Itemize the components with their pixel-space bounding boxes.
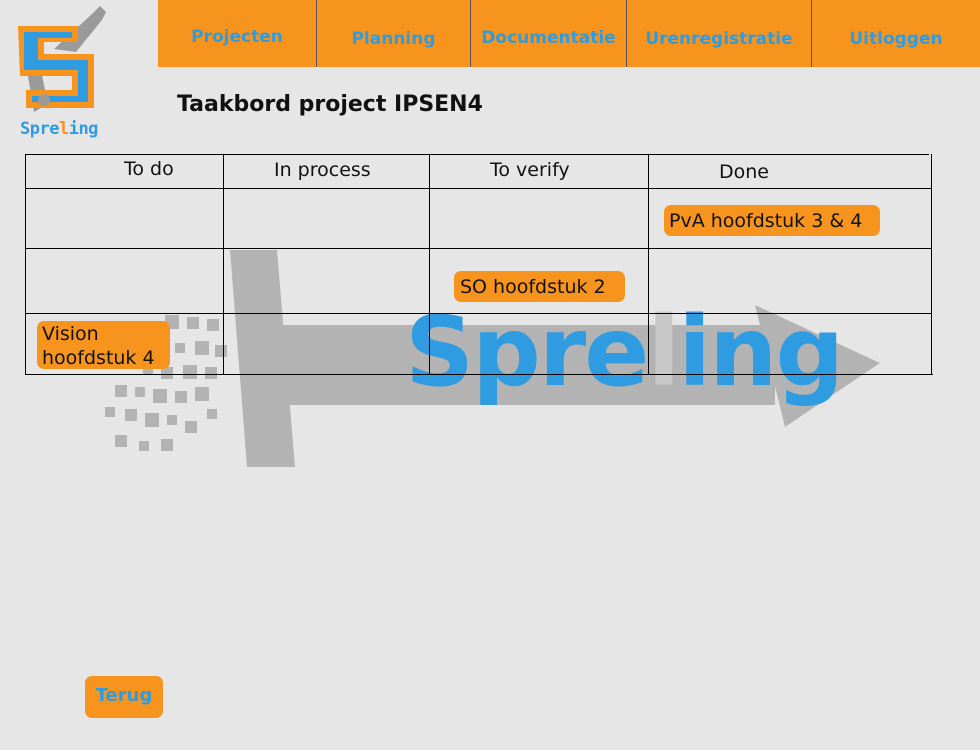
board-col-divider-3 xyxy=(648,154,649,375)
logo-wordmark-post: ing xyxy=(68,119,99,139)
board-row-divider-1 xyxy=(25,248,932,249)
nav-uitloggen[interactable]: Uitloggen xyxy=(812,0,980,67)
board-header-divider xyxy=(25,188,932,189)
nav-projecten-label: Projecten xyxy=(191,27,283,47)
nav-documentatie[interactable]: Documentatie xyxy=(471,0,627,67)
task-board: To do In process To verify Done PvA hoof… xyxy=(25,154,933,375)
column-header-to-verify: To verify xyxy=(490,159,570,181)
board-col-divider-2 xyxy=(429,154,430,375)
nav-urenregistratie-label: Urenregistratie xyxy=(645,29,793,49)
page-title: Taakbord project IPSEN4 xyxy=(177,92,483,117)
back-button-label: Terug xyxy=(95,685,153,706)
board-row-divider-2 xyxy=(25,313,932,314)
board-top-border xyxy=(25,154,929,155)
logo-wordmark-accent: l xyxy=(58,119,69,139)
task-card[interactable]: PvA hoofdstuk 3 & 4 xyxy=(664,205,880,236)
logo-wordmark: Spreling xyxy=(20,119,98,139)
board-left-border xyxy=(25,154,26,375)
logo-wordmark-pre: Spre xyxy=(20,119,59,139)
nav-urenregistratie[interactable]: Urenregistratie xyxy=(627,0,812,67)
nav-planning[interactable]: Planning xyxy=(317,0,471,67)
nav-uitloggen-label: Uitloggen xyxy=(849,29,943,49)
nav-planning-label: Planning xyxy=(351,29,436,49)
board-bottom-border xyxy=(25,374,933,375)
board-right-border xyxy=(931,154,932,375)
task-card[interactable]: Vision hoofdstuk 4 xyxy=(37,321,170,369)
nav-projecten[interactable]: Projecten xyxy=(158,0,317,67)
nav-documentatie-label: Documentatie xyxy=(481,28,616,48)
column-header-done: Done xyxy=(719,161,769,183)
column-header-todo: To do xyxy=(124,158,174,180)
column-header-in-process: In process xyxy=(274,159,371,181)
back-button[interactable]: Terug xyxy=(85,676,163,718)
task-card[interactable]: SO hoofdstuk 2 xyxy=(454,271,625,302)
board-col-divider-1 xyxy=(223,154,224,375)
top-navigation: Projecten Planning Documentatie Urenregi… xyxy=(158,0,980,67)
